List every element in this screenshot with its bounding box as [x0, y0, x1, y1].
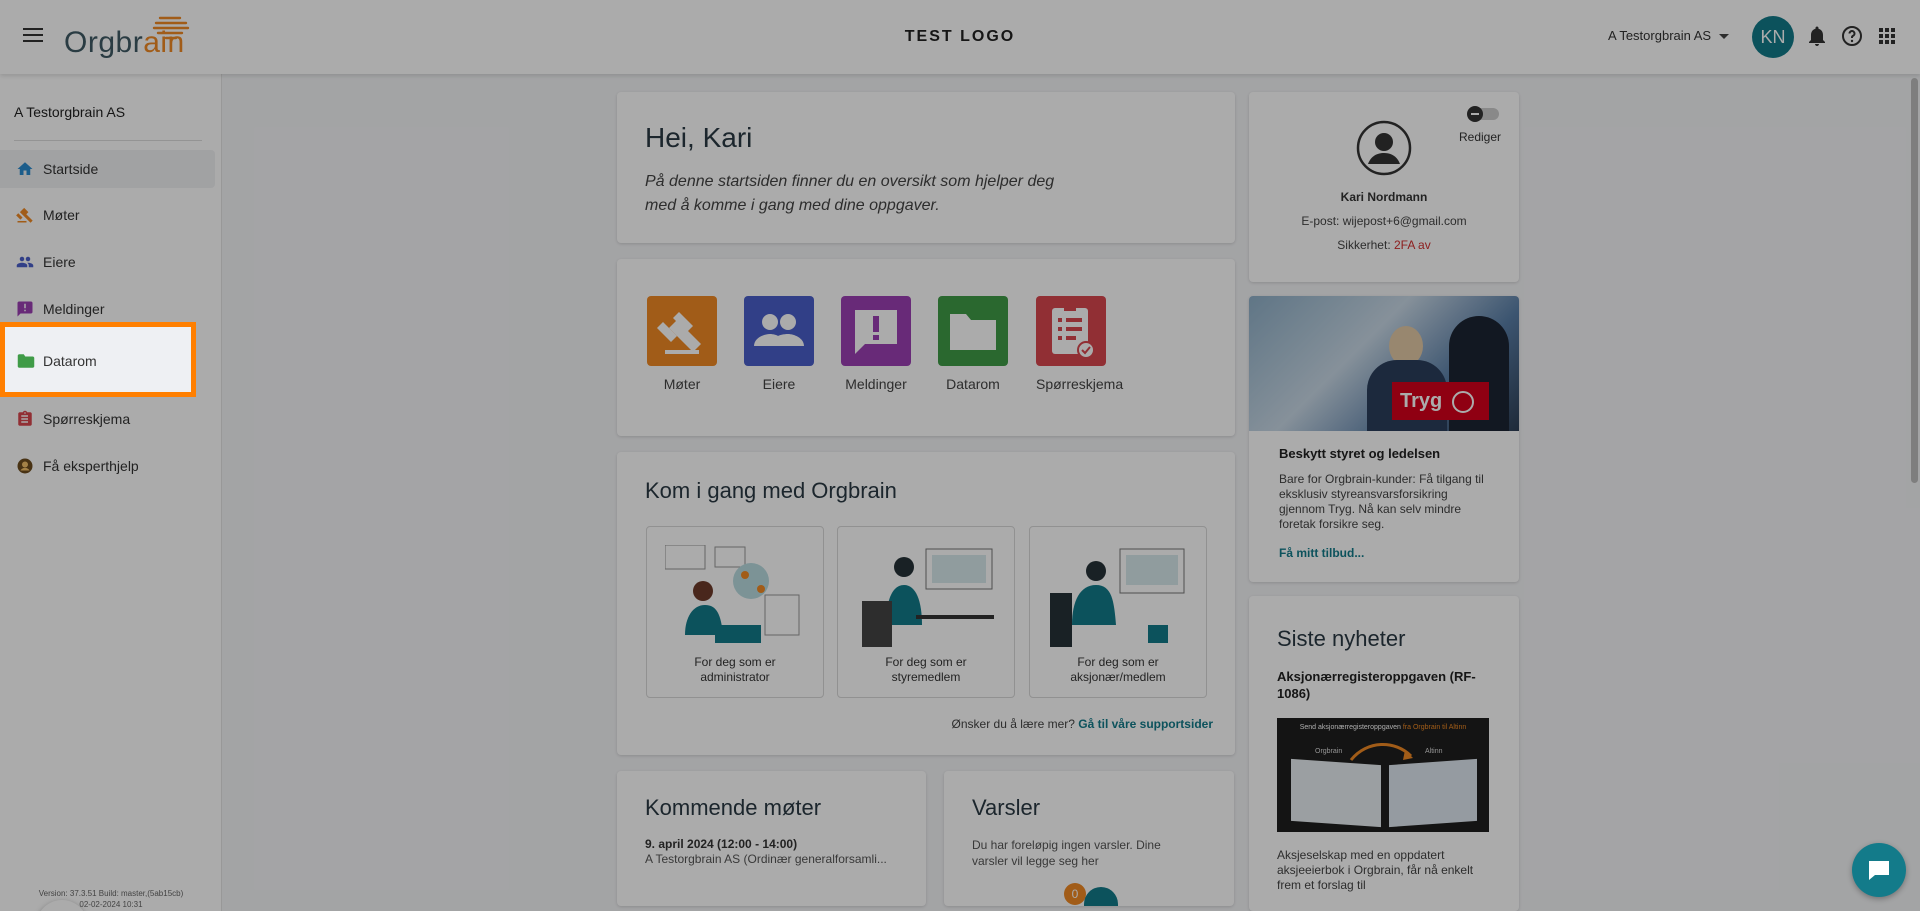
- chat-icon: [1869, 861, 1889, 880]
- chat-button[interactable]: [1852, 843, 1906, 897]
- spotlight-overlay: [0, 0, 1920, 911]
- folder-icon: [17, 354, 35, 368]
- highlighted-datarom-item[interactable]: Datarom: [0, 322, 196, 397]
